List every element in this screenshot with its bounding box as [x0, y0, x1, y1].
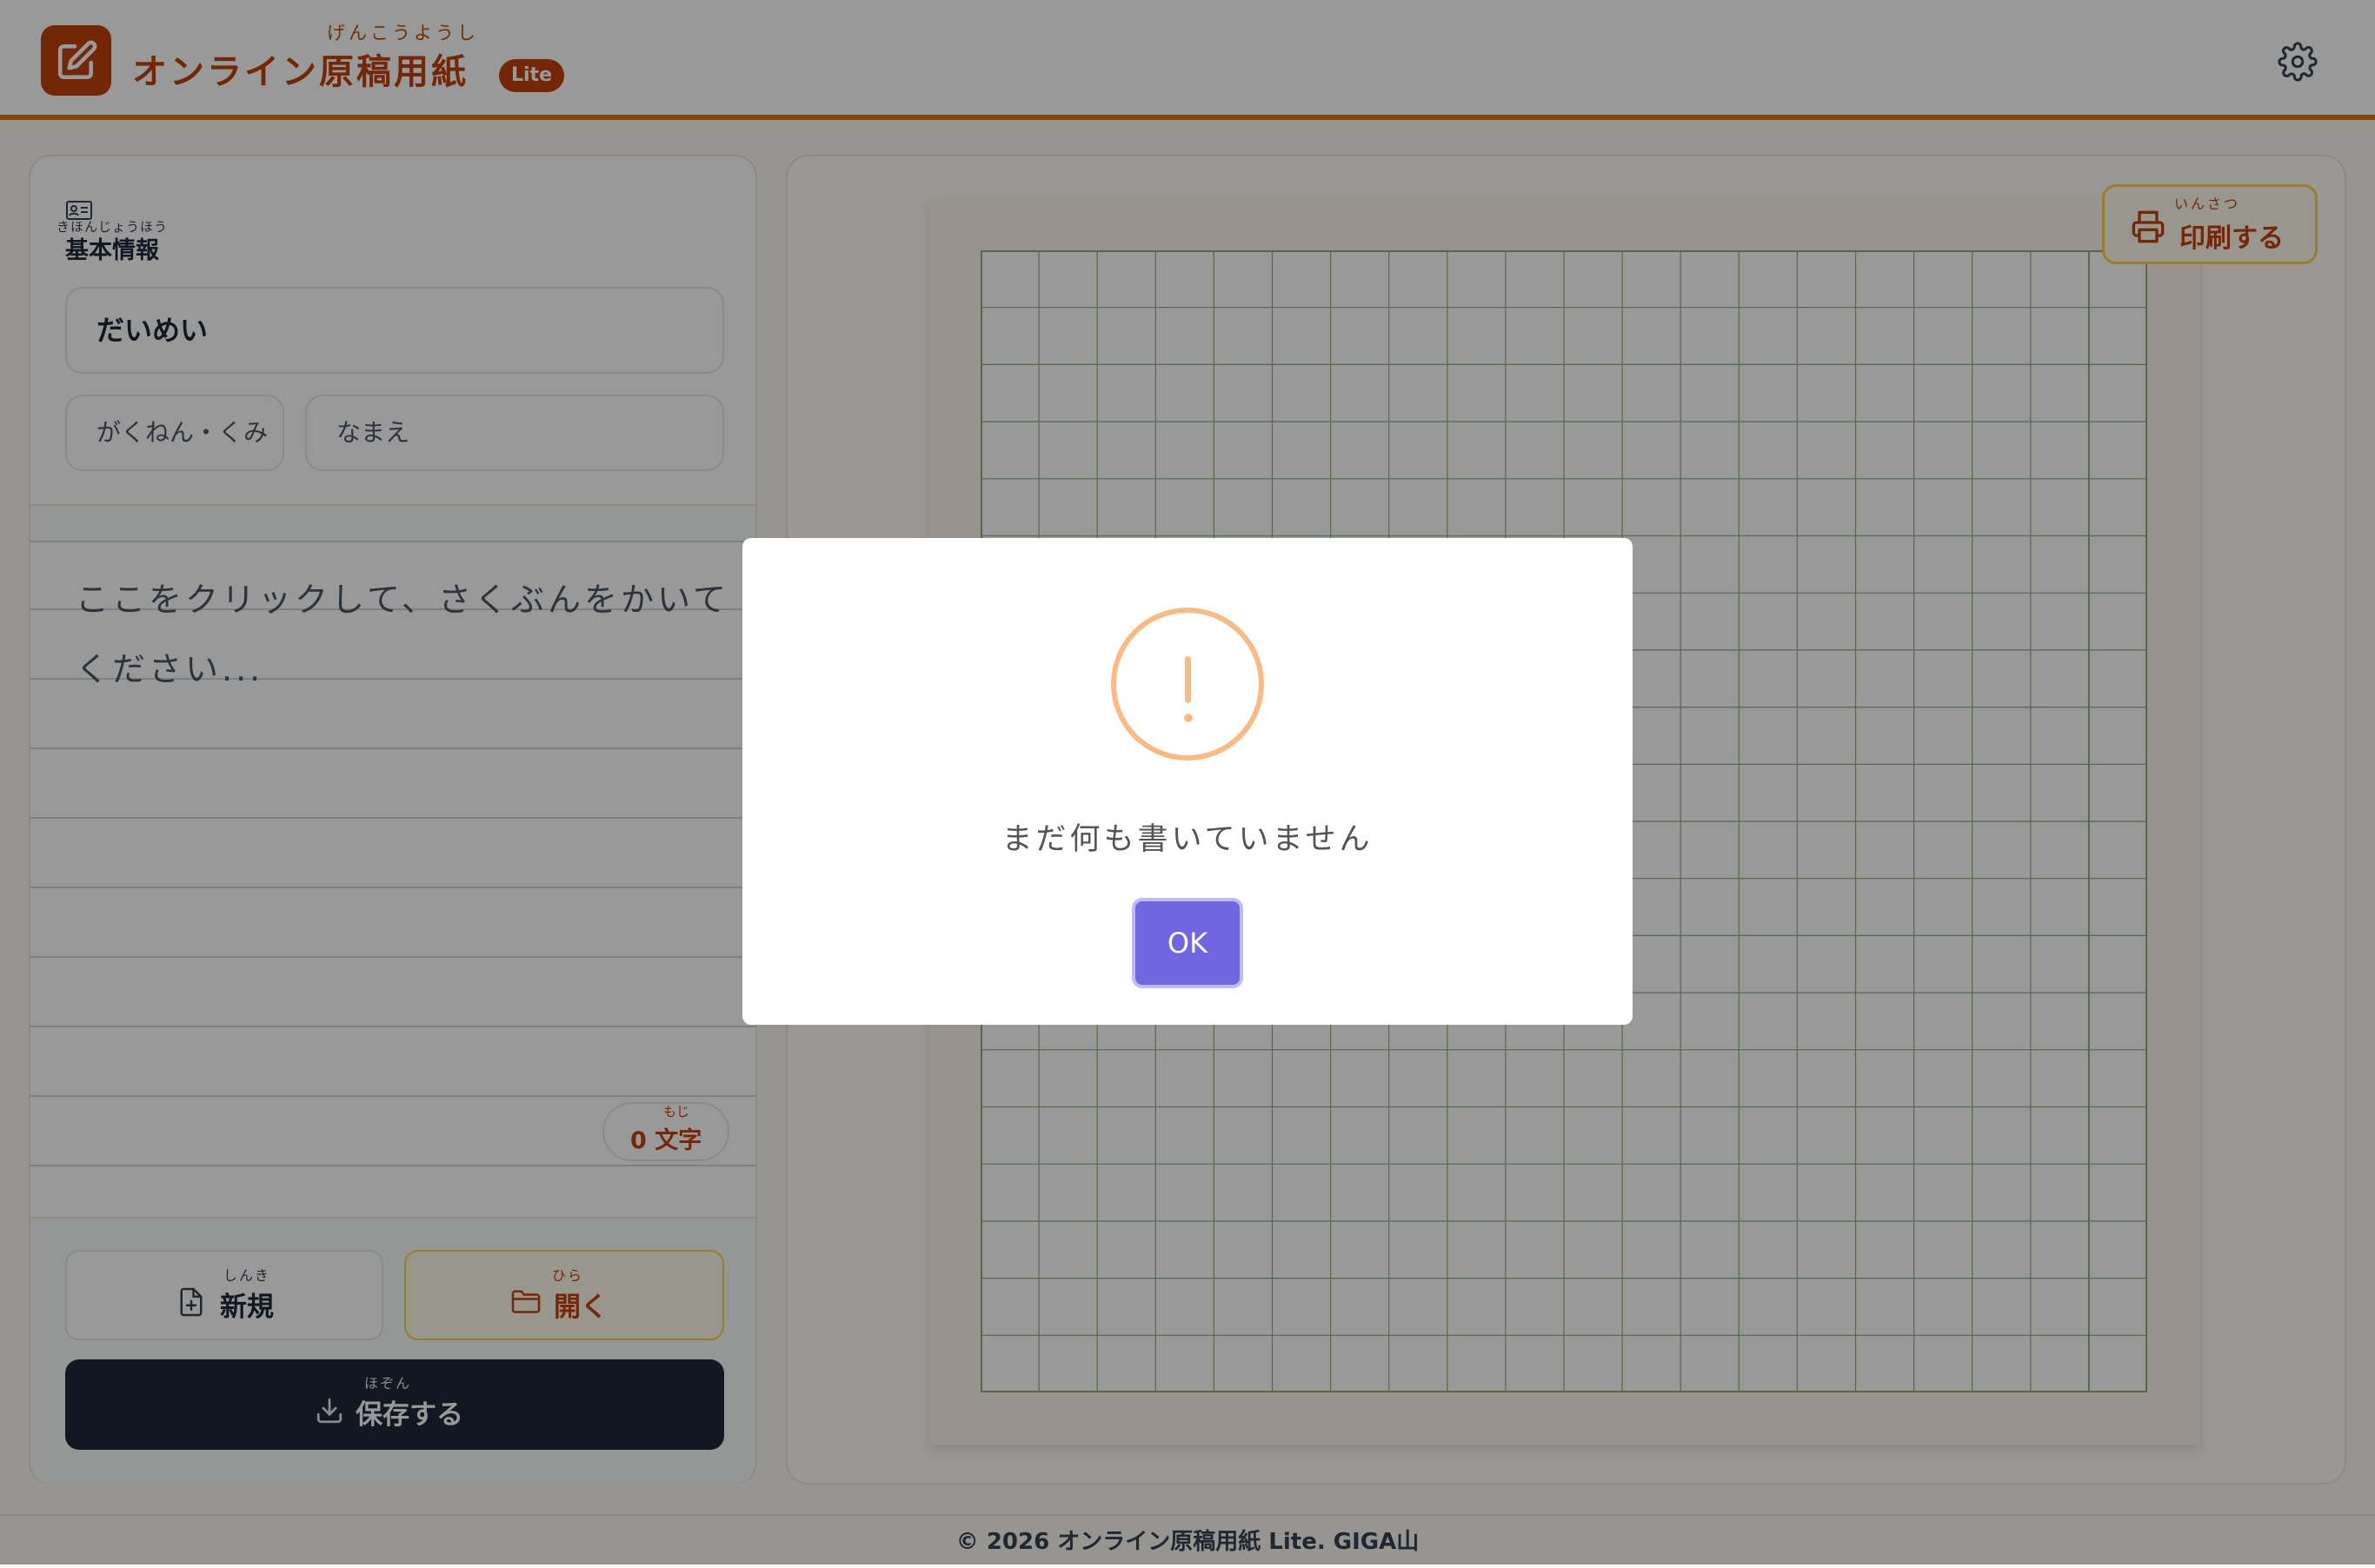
alert-dialog: まだ何も書いていません OK [742, 538, 1633, 1025]
alert-message: まだ何も書いていません [1001, 822, 1374, 857]
warning-icon [1111, 608, 1264, 761]
ok-button[interactable]: OK [1135, 901, 1240, 985]
